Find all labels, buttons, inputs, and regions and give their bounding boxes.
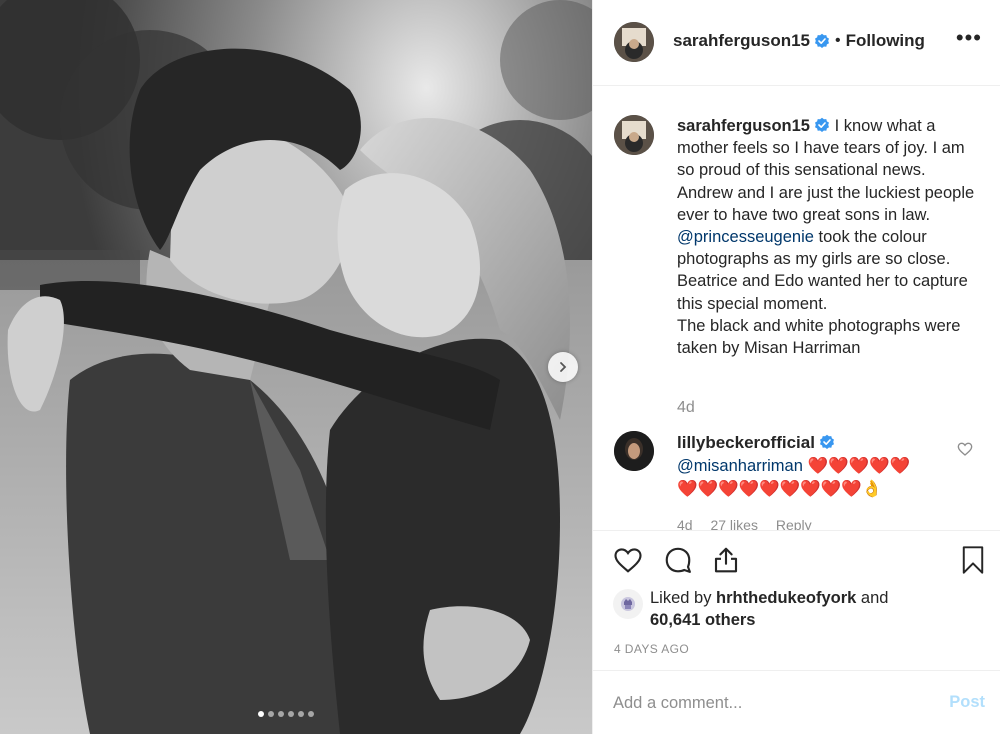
heart-icon[interactable] — [957, 441, 973, 457]
crest-icon — [621, 597, 635, 611]
comment-bubble-icon[interactable] — [663, 545, 693, 575]
caption-text-continued: took the colour photographs as my girls … — [677, 228, 968, 358]
post-timestamp[interactable]: 4 DAYS AGO — [614, 642, 689, 656]
comments-section: sarahferguson15 I know what a mother fee… — [593, 87, 1000, 530]
carousel-indicator — [258, 711, 314, 717]
verified-badge-icon — [815, 33, 829, 48]
caption-username[interactable]: sarahferguson15 — [677, 117, 810, 135]
bookmark-icon[interactable] — [959, 545, 987, 575]
chevron-right-icon — [560, 362, 567, 372]
profile-photo-icon — [614, 22, 654, 62]
carousel-dot — [298, 711, 304, 717]
carousel-next-button[interactable] — [548, 352, 578, 382]
avatar[interactable] — [614, 115, 654, 155]
carousel-dot — [288, 711, 294, 717]
post-side-panel: sarahferguson15 • Following ••• sarahfer… — [592, 0, 1000, 734]
share-icon[interactable] — [711, 545, 741, 575]
comment-username[interactable]: lillybeckerofficial — [677, 433, 815, 452]
carousel-dot — [258, 711, 264, 717]
comment-composer: Post — [593, 670, 1000, 734]
profile-photo-icon — [614, 115, 654, 155]
likes-summary: Liked by hrhthedukeofyork and 60,641 oth… — [613, 587, 888, 631]
verified-badge-icon — [819, 434, 834, 449]
following-button[interactable]: Following — [846, 31, 925, 51]
comment-mention-link[interactable]: @misanharriman — [677, 457, 803, 475]
comment-likes-count[interactable]: 27 likes — [710, 517, 757, 530]
avatar[interactable] — [613, 589, 643, 619]
header-username[interactable]: sarahferguson15 — [673, 31, 810, 51]
likes-middle: and — [856, 589, 889, 607]
heart-icon[interactable] — [613, 545, 643, 575]
liker-username[interactable]: hrhthedukeofyork — [716, 589, 856, 607]
carousel-dot — [268, 711, 274, 717]
post-caption: sarahferguson15 I know what a mother fee… — [677, 115, 977, 359]
likes-text: Liked by hrhthedukeofyork and 60,641 oth… — [650, 587, 888, 631]
caption-timestamp[interactable]: 4d — [677, 399, 695, 417]
likes-prefix: Liked by — [650, 589, 717, 607]
comment-hearts: ❤️❤️❤️❤️❤️ — [807, 457, 911, 475]
header-user-row: sarahferguson15 • Following — [673, 31, 925, 51]
carousel-dot — [308, 711, 314, 717]
comment-item: lillybeckerofficial @misanharriman ❤️❤️❤… — [677, 431, 947, 501]
comment-input[interactable] — [613, 689, 913, 717]
separator-dot: • — [835, 32, 841, 49]
comment-meta: 4d 27 likes Reply — [677, 517, 826, 530]
comment-hearts-line2: ❤️❤️❤️❤️❤️❤️❤️❤️❤️👌 — [677, 480, 883, 498]
caption-mention-link[interactable]: @princesseugenie — [677, 228, 814, 246]
comment-reply-button[interactable]: Reply — [776, 517, 812, 530]
avatar[interactable] — [614, 431, 654, 471]
photo-couple-image — [0, 0, 592, 734]
post-photo[interactable] — [0, 0, 592, 734]
verified-badge-icon — [814, 117, 829, 132]
profile-photo-icon — [614, 431, 654, 471]
avatar[interactable] — [614, 22, 654, 62]
carousel-dot — [278, 711, 284, 717]
likes-others-count[interactable]: 60,641 others — [650, 611, 755, 629]
post-actions: Liked by hrhthedukeofyork and 60,641 oth… — [593, 530, 1000, 670]
comment-timestamp[interactable]: 4d — [677, 517, 693, 530]
more-options-button[interactable]: ••• — [956, 27, 982, 49]
post-comment-button[interactable]: Post — [949, 693, 985, 712]
post-header: sarahferguson15 • Following ••• — [593, 0, 1000, 86]
